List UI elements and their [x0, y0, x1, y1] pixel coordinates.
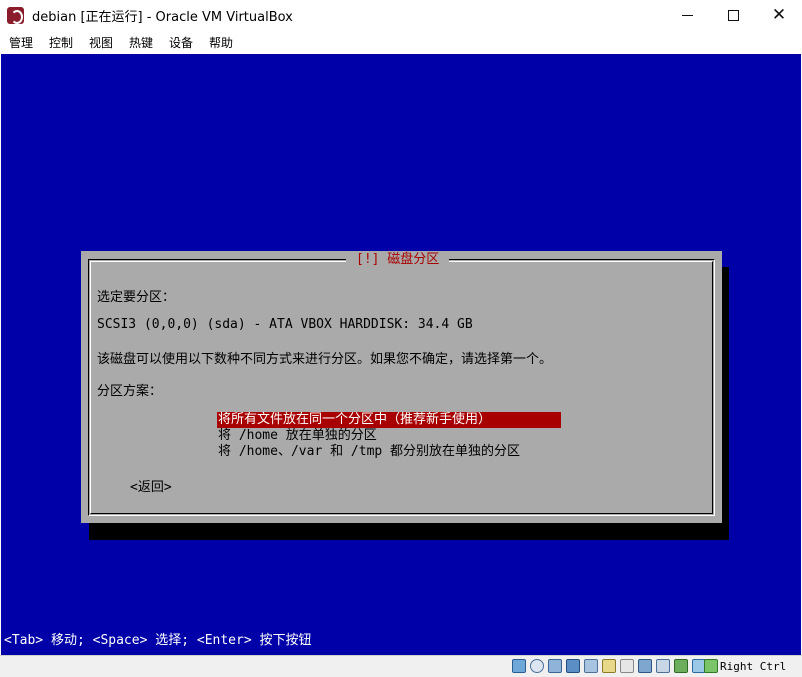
- drag-drop-icon[interactable]: [656, 659, 670, 673]
- window-title: debian [正在运行] - Oracle VM VirtualBox: [32, 10, 293, 25]
- hard-disk-icon[interactable]: [512, 659, 526, 673]
- virtualbox-app-icon: [7, 7, 24, 24]
- minimize-button[interactable]: [664, 0, 710, 31]
- usb-icon[interactable]: [584, 659, 598, 673]
- window-title-bar: debian [正在运行] - Oracle VM VirtualBox ✕: [0, 0, 802, 31]
- status-bar: Right Ctrl: [0, 655, 802, 677]
- menu-control[interactable]: 控制: [49, 34, 73, 51]
- option-separate-home-var-tmp[interactable]: 将 /home、/var 和 /tmp 都分别放在单独的分区: [217, 444, 521, 460]
- description-text: 该磁盘可以使用以下数种不同方式来进行分区。如果您不确定，请选择第一个。: [97, 352, 553, 367]
- menu-bar: 管理 控制 视图 热键 设备 帮助: [0, 31, 802, 53]
- maximize-icon: [727, 10, 739, 21]
- scheme-label: 分区方案：: [97, 384, 163, 399]
- option-all-in-one[interactable]: 将所有文件放在同一个分区中（推荐新手使用）: [217, 412, 561, 428]
- close-button[interactable]: ✕: [756, 0, 802, 31]
- minimize-icon: [681, 15, 693, 16]
- dialog-frame: [88, 259, 715, 516]
- keyboard-icon[interactable]: [704, 659, 718, 673]
- cpu-icon[interactable]: [674, 659, 688, 673]
- menu-view[interactable]: 视图: [89, 34, 113, 51]
- option-separate-home[interactable]: 将 /home 放在单独的分区: [217, 428, 378, 444]
- audio-icon[interactable]: [548, 659, 562, 673]
- menu-manage[interactable]: 管理: [9, 34, 33, 51]
- optical-drive-icon[interactable]: [530, 659, 544, 673]
- partition-dialog: [!] 磁盘分区 选定要分区： SCSI3 (0,0,0) (sda) - AT…: [81, 251, 722, 523]
- host-key-label: Right Ctrl: [720, 660, 787, 673]
- menu-devices[interactable]: 设备: [169, 34, 193, 51]
- display-icon[interactable]: [620, 659, 634, 673]
- maximize-button[interactable]: [710, 0, 756, 31]
- close-icon: ✕: [771, 5, 787, 25]
- keyboard-hint: <Tab> 移动; <Space> 选择; <Enter> 按下按钮: [4, 633, 312, 648]
- disk-label: SCSI3 (0,0,0) (sda) - ATA VBOX HARDDISK:…: [97, 317, 473, 332]
- shared-folder-icon[interactable]: [602, 659, 616, 673]
- recording-icon[interactable]: [638, 659, 652, 673]
- menu-help[interactable]: 帮助: [209, 34, 233, 51]
- network-icon[interactable]: [566, 659, 580, 673]
- dialog-title: [!] 磁盘分区: [346, 251, 450, 269]
- menu-hotkey[interactable]: 热键: [129, 34, 153, 51]
- vm-screen[interactable]: [!] 磁盘分区 选定要分区： SCSI3 (0,0,0) (sda) - AT…: [1, 54, 801, 655]
- back-button[interactable]: <返回>: [130, 476, 172, 495]
- prompt-label: 选定要分区：: [97, 290, 176, 305]
